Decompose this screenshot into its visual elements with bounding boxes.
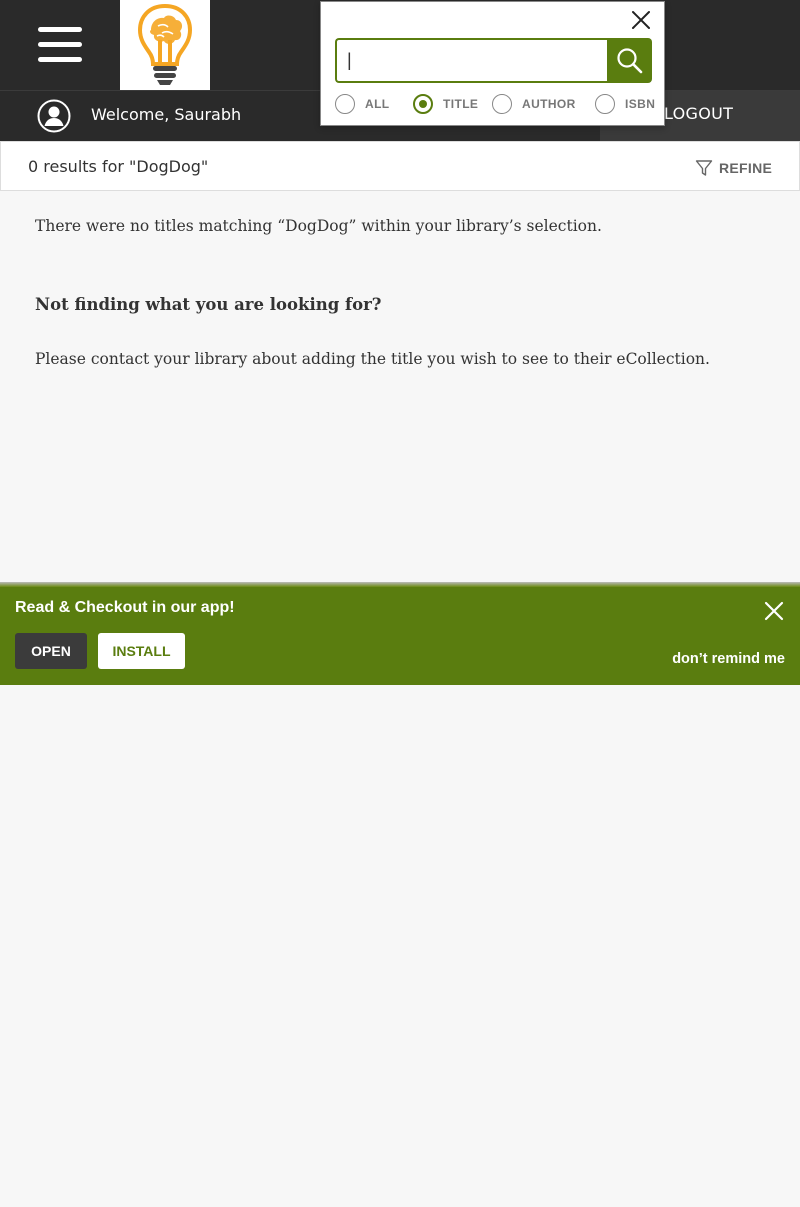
radio-isbn-label: ISBN xyxy=(625,97,656,111)
radio-author-circle[interactable] xyxy=(492,94,512,114)
refine-button[interactable]: REFINE xyxy=(695,158,772,178)
help-heading: Not finding what you are looking for? xyxy=(35,295,382,314)
help-text: Please contact your library about adding… xyxy=(35,350,710,368)
radio-title[interactable]: TITLE xyxy=(413,94,478,114)
radio-isbn[interactable]: ISBN xyxy=(595,94,655,114)
radio-all-circle[interactable] xyxy=(335,94,355,114)
welcome-text: Welcome, Saurabh xyxy=(91,105,242,124)
radio-title-label: TITLE xyxy=(443,97,479,111)
logo-lightbulb-brain-icon[interactable] xyxy=(120,0,210,90)
close-icon[interactable] xyxy=(631,10,651,30)
filter-funnel-icon xyxy=(695,160,713,176)
search-icon xyxy=(617,48,643,74)
search-button[interactable] xyxy=(607,38,652,83)
radio-isbn-circle[interactable] xyxy=(595,94,615,114)
user-avatar-icon[interactable] xyxy=(37,99,71,133)
banner-title: Read & Checkout in our app! xyxy=(15,599,235,616)
search-popup: ALL TITLE AUTHOR ISBN xyxy=(320,1,665,126)
radio-author-label: AUTHOR xyxy=(522,97,576,111)
radio-all-label: ALL xyxy=(365,97,390,111)
app-banner: Read & Checkout in our app! OPEN INSTALL… xyxy=(0,587,800,685)
banner-close-icon[interactable] xyxy=(764,601,784,621)
radio-title-circle[interactable] xyxy=(413,94,433,114)
results-bar: 0 results for "DogDog" REFINE xyxy=(0,141,800,191)
logout-button[interactable]: LOGOUT xyxy=(664,104,733,123)
open-app-button[interactable]: OPEN xyxy=(15,633,87,669)
radio-author[interactable]: AUTHOR xyxy=(492,94,576,114)
no-results-message: There were no titles matching “DogDog” w… xyxy=(35,217,602,235)
search-type-options: ALL TITLE AUTHOR ISBN xyxy=(335,94,655,116)
dont-remind-link[interactable]: don’t remind me xyxy=(672,651,785,667)
refine-label: REFINE xyxy=(719,160,773,176)
search-input[interactable] xyxy=(335,38,607,83)
hamburger-menu-icon[interactable] xyxy=(38,27,82,63)
results-summary: 0 results for "DogDog" xyxy=(28,157,209,176)
radio-all[interactable]: ALL xyxy=(335,94,390,114)
install-app-button[interactable]: INSTALL xyxy=(98,633,185,669)
